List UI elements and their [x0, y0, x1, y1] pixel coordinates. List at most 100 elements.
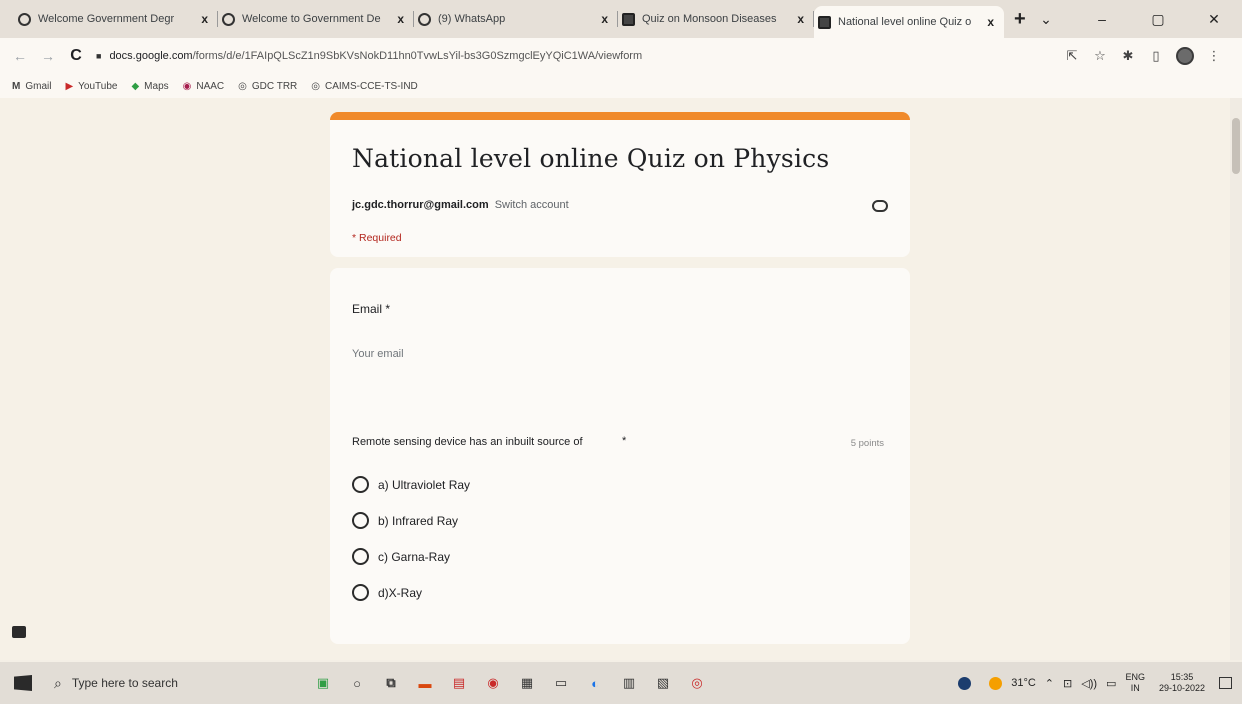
- option-label: c) Garna-Ray: [378, 549, 451, 564]
- minimize-icon[interactable]: –: [1074, 11, 1130, 27]
- address-bar[interactable]: ■ docs.google.com/forms/d/e/1FAIpQLScZ1n…: [96, 42, 1058, 70]
- tab-national-quiz[interactable]: National level online Quiz o x: [814, 6, 1004, 38]
- question-points: 5 points: [850, 438, 884, 449]
- option-label: d)X-Ray: [378, 585, 423, 600]
- bookmark-gmail[interactable]: M Gmail: [12, 81, 51, 92]
- page-viewport: National level online Quiz on Physics jc…: [0, 98, 1230, 660]
- bookmark-naac[interactable]: ◉ NAAC: [183, 81, 225, 92]
- back-arrow-icon[interactable]: ←: [6, 48, 34, 64]
- email-field[interactable]: Your email: [352, 348, 404, 360]
- required-asterisk: *: [622, 435, 627, 447]
- maps-icon: ◆: [131, 80, 140, 92]
- close-tab-icon[interactable]: x: [601, 12, 608, 26]
- task-view-icon[interactable]: ⧉: [374, 675, 408, 691]
- option-c-radio[interactable]: c) Garna-Ray: [352, 548, 450, 565]
- notifications-icon[interactable]: [1219, 677, 1232, 689]
- menu-kebab-icon[interactable]: ⋮: [1200, 48, 1228, 64]
- youtube-icon: ▶: [65, 80, 74, 92]
- feedback-chat-icon[interactable]: [12, 626, 26, 638]
- edge-icon[interactable]: ◐: [578, 676, 612, 691]
- tab-quiz-monsoon[interactable]: Quiz on Monsoon Diseases x: [618, 5, 814, 33]
- radio-circle-icon[interactable]: [352, 584, 369, 601]
- tab-search-icon[interactable]: ⌄: [1018, 11, 1074, 28]
- close-tab-icon[interactable]: x: [397, 12, 404, 26]
- radio-circle-icon[interactable]: [352, 512, 369, 529]
- system-tray: 31°C ⌃ ⊡ ◁)) ▭ ENG IN 15:35 29-10-2022: [949, 662, 1232, 704]
- lock-icon: ■: [96, 51, 102, 61]
- windows-start-icon[interactable]: [14, 675, 32, 691]
- close-window-icon[interactable]: ✕: [1186, 11, 1242, 28]
- cloud-saved-icon: [872, 200, 888, 212]
- close-tab-icon[interactable]: x: [201, 12, 208, 26]
- news-widget-icon[interactable]: ▣: [306, 675, 340, 691]
- reload-icon[interactable]: C: [62, 47, 90, 65]
- search-icon: ⌕: [54, 674, 62, 691]
- account-email: jc.gdc.thorrur@gmail.com: [352, 199, 489, 211]
- close-tab-icon[interactable]: x: [797, 12, 804, 26]
- bookmarks-bar: M Gmail ▶ YouTube ◆ Maps ◉ NAAC ◎ GDC TRR ◎ CA…: [0, 74, 1242, 98]
- tab-welcome-government-degree[interactable]: Welcome Government Degr x: [14, 5, 218, 33]
- language-indicator[interactable]: ENG IN: [1125, 672, 1145, 694]
- notes-icon[interactable]: ▧: [646, 675, 680, 691]
- globe-icon: [222, 12, 235, 26]
- profile-avatar-icon[interactable]: [1176, 47, 1194, 65]
- window-app-icon[interactable]: ▭: [544, 675, 578, 691]
- side-panel-icon[interactable]: ▯: [1142, 48, 1170, 64]
- clock[interactable]: 15:35 29-10-2022: [1159, 672, 1205, 694]
- option-b-radio[interactable]: b) Infrared Ray: [352, 512, 458, 529]
- pdf-reader-icon[interactable]: ▤: [442, 675, 476, 691]
- cortana-icon[interactable]: ○: [340, 676, 374, 691]
- tab-welcome-to-government[interactable]: Welcome to Government De x: [218, 5, 414, 33]
- toolbar-icons: ⇱ ☆ ✱ ▯ ⋮: [1058, 47, 1228, 65]
- network-icon[interactable]: ⊡: [1063, 677, 1072, 690]
- browser-toolbar: ← → C ■ docs.google.com/forms/d/e/1FAIpQ…: [0, 38, 1242, 74]
- display-icon[interactable]: ▭: [1106, 677, 1116, 690]
- tab-whatsapp[interactable]: (9) WhatsApp x: [414, 5, 618, 33]
- restore-icon[interactable]: ▢: [1130, 11, 1186, 28]
- bookmark-maps[interactable]: ◆ Maps: [131, 81, 168, 92]
- option-a-radio[interactable]: a) Ultraviolet Ray: [352, 476, 470, 493]
- forward-arrow-icon[interactable]: →: [34, 48, 62, 64]
- extensions-icon[interactable]: ✱: [1114, 48, 1142, 64]
- weather-icon[interactable]: [989, 676, 1003, 690]
- email-question-label: Email *: [352, 302, 391, 316]
- weather-temp[interactable]: 31°C: [1011, 677, 1036, 689]
- radio-circle-icon[interactable]: [352, 476, 369, 493]
- taskbar-search[interactable]: ⌕ Type here to search: [54, 675, 254, 692]
- windows-taskbar: ⌕ Type here to search ▣ ○ ⧉ ▬ ▤ ◉ ▦ ▭ ◐ …: [0, 662, 1242, 704]
- bookmark-star-icon[interactable]: ☆: [1086, 48, 1114, 64]
- word-icon[interactable]: ▦: [510, 675, 544, 691]
- form-header-card: National level online Quiz on Physics jc…: [330, 112, 910, 257]
- switch-account-link[interactable]: Switch account: [495, 199, 569, 211]
- taskbar-apps: ▣ ○ ⧉ ▬ ▤ ◉ ▦ ▭ ◐ ▥ ▧ ◎: [306, 675, 714, 691]
- file-explorer-icon[interactable]: ▬: [408, 676, 442, 691]
- required-note: * Required: [352, 232, 402, 244]
- url-text: docs.google.com/forms/d/e/1FAIpQLScZ1n9S…: [109, 50, 643, 62]
- scrollbar-thumb[interactable]: [1232, 118, 1240, 174]
- help-icon[interactable]: [958, 676, 972, 690]
- forms-icon: [622, 12, 635, 26]
- question-card: Remote sensing device has an inbuilt sou…: [330, 414, 910, 644]
- bookmark-youtube[interactable]: ▶ YouTube: [65, 81, 117, 92]
- antivirus-icon[interactable]: ◎: [680, 675, 714, 691]
- chevron-up-icon[interactable]: ⌃: [1045, 677, 1054, 690]
- option-d-radio[interactable]: d)X-Ray: [352, 584, 422, 601]
- option-label: a) Ultraviolet Ray: [378, 477, 471, 492]
- chrome-icon[interactable]: ◉: [476, 675, 510, 691]
- page-scrollbar[interactable]: [1230, 98, 1242, 660]
- question-text: Remote sensing device has an inbuilt sou…: [352, 436, 583, 448]
- account-row: jc.gdc.thorrur@gmail.com Switch account: [352, 199, 569, 211]
- share-icon[interactable]: ⇱: [1058, 48, 1086, 64]
- naac-icon: ◉: [182, 80, 192, 92]
- whatsapp-icon: [418, 12, 431, 26]
- bookmark-caims[interactable]: ◎ CAIMS-CCE-TS-IND: [311, 81, 418, 92]
- excel-icon[interactable]: ▥: [612, 675, 646, 691]
- form-title: National level online Quiz on Physics: [352, 144, 830, 173]
- radio-circle-icon[interactable]: [352, 548, 369, 565]
- window-controls: ⌄ – ▢ ✕: [1018, 0, 1242, 38]
- globe-icon: ◎: [238, 80, 247, 92]
- forms-icon: [818, 15, 831, 29]
- close-tab-icon[interactable]: x: [987, 15, 994, 29]
- volume-icon[interactable]: ◁)): [1081, 677, 1097, 690]
- bookmark-gdc-trr[interactable]: ◎ GDC TRR: [238, 81, 297, 92]
